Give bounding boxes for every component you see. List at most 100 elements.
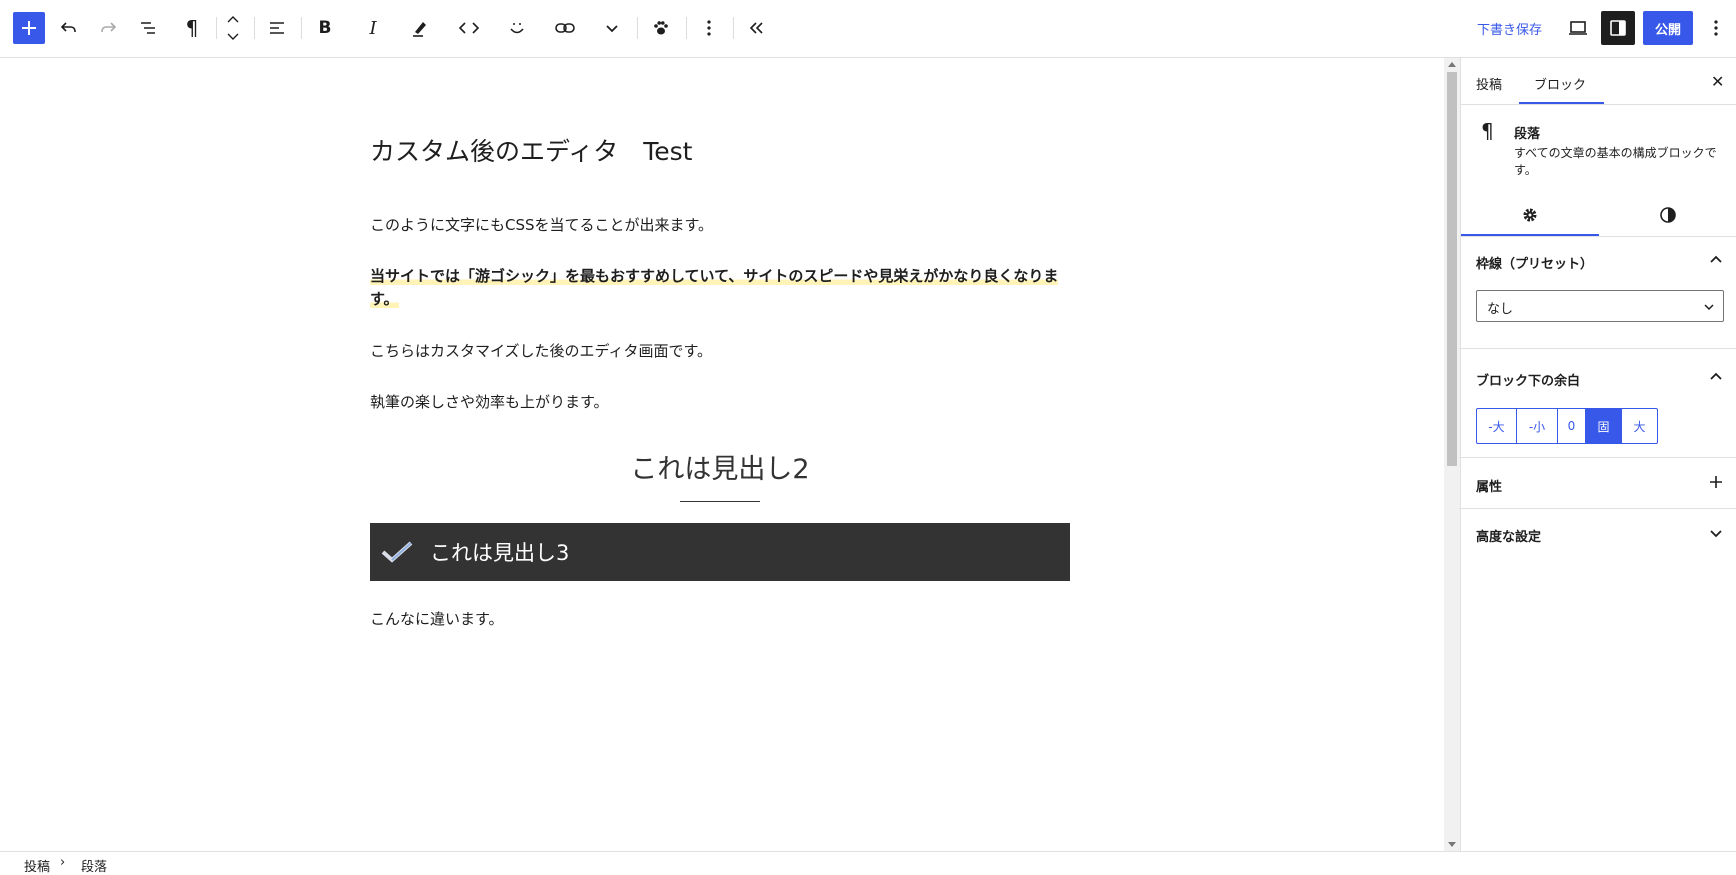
undo-icon [60,22,76,32]
highlighted-text: 当サイトでは「游ゴシック」を最もおすすめしていて、サイトのスピードや見栄えがかな… [370,267,1059,308]
breadcrumb-separator: › [60,855,66,870]
more-vertical-icon [707,20,711,36]
scroll-down-arrow-icon[interactable] [1448,842,1456,847]
preview-icon [1569,21,1587,35]
panel-border-preset: 枠線（プリセット） なし [1461,237,1736,349]
tab-styles[interactable] [1599,193,1736,237]
bold-button[interactable]: B [308,11,342,45]
post-title[interactable]: カスタム後のエディタ Test [370,132,692,168]
redo-button[interactable] [91,11,125,45]
plus-icon [22,21,36,35]
block-card: ¶ 段落 すべての文章の基本の構成ブロックです。 [1461,105,1736,184]
tab-settings[interactable] [1461,193,1599,237]
paragraph-block-highlighted[interactable]: 当サイトでは「游ゴシック」を最もおすすめしていて、サイトのスピードや見栄えがかな… [370,265,1070,311]
panel-block-margin: ブロック下の余白 -大 -小 0 固 大 [1461,349,1736,458]
editor-toolbar: ¶ B I 下書き保存 公開 [0,0,1736,58]
publish-button[interactable]: 公開 [1643,11,1693,45]
block-options-button[interactable] [692,11,726,45]
italic-button[interactable]: I [356,11,390,45]
redo-icon [101,22,117,32]
paw-icon [654,21,668,35]
border-preset-select[interactable]: なし [1476,290,1724,322]
paragraph-block[interactable]: このように文字にもCSSを当てることが出来ます。 [370,214,1070,237]
settings-icon [1610,20,1626,36]
emoji-icon [510,23,524,34]
tab-post[interactable]: 投稿 [1476,74,1502,93]
editor-scrollbar[interactable] [1444,58,1460,851]
chevron-up-icon[interactable] [1709,370,1723,384]
contrast-icon [1660,207,1676,223]
check-icon [381,541,413,563]
block-description: すべての文章の基本の構成ブロックです。 [1514,146,1717,177]
margin-option-button[interactable]: -小 [1517,409,1558,443]
more-formats-button[interactable] [595,11,629,45]
save-draft-button[interactable]: 下書き保存 [1477,19,1542,38]
preview-button[interactable] [1561,11,1595,45]
add-block-button[interactable] [13,12,45,44]
paragraph-block[interactable]: こちらはカスタマイズした後のエディタ画面です。 [370,340,1070,363]
scroll-thumb[interactable] [1447,72,1457,466]
paragraph-block[interactable]: 執筆の楽しさや効率も上がります。 [370,391,1070,414]
tab-block[interactable]: ブロック [1534,74,1586,93]
block-inspector-tabs [1461,193,1736,237]
pilcrow-icon: ¶ [185,16,199,40]
toolbar-divider [686,17,687,39]
heading3-block[interactable]: これは見出し3 [370,523,1070,581]
toolbar-divider [301,17,302,39]
panel-title[interactable]: 属性 [1476,476,1502,495]
chevron-down-icon [1704,304,1714,311]
link-button[interactable] [548,11,582,45]
toolbar-divider [733,17,734,39]
margin-option-button[interactable]: 大 [1622,409,1657,443]
active-tab-indicator [1519,102,1604,104]
plus-icon[interactable] [1709,475,1723,489]
panel-title[interactable]: ブロック下の余白 [1476,370,1580,389]
paragraph-type-button[interactable]: ¶ [175,11,209,45]
block-title: 段落 [1514,127,1541,142]
select-value: なし [1487,302,1514,317]
settings-toggle-button[interactable] [1601,11,1635,45]
margin-button-group: -大 -小 0 固 大 [1476,408,1658,444]
move-block-button[interactable] [216,11,250,45]
collapse-toolbar-button[interactable] [740,11,774,45]
breadcrumb-item-paragraph[interactable]: 段落 [81,856,107,875]
plugin-button[interactable] [644,11,678,45]
active-subtab-indicator [1461,234,1599,236]
close-icon: ✕ [1711,72,1725,91]
toolbar-divider [637,17,638,39]
scroll-up-arrow-icon[interactable] [1448,62,1456,67]
gear-icon [1523,208,1537,222]
panel-attributes: 属性 [1461,458,1736,509]
panel-title[interactable]: 高度な設定 [1476,526,1541,545]
bold-icon: B [318,18,332,38]
paragraph-block[interactable]: こんなに違います。 [370,608,1070,631]
breadcrumb-item-post[interactable]: 投稿 [24,856,50,875]
collapse-icon [749,22,763,34]
margin-option-button[interactable]: 0 [1558,409,1586,443]
panel-advanced: 高度な設定 [1461,509,1736,559]
highlight-icon [413,22,426,37]
breadcrumb: 投稿 › 段落 [0,851,1736,875]
heading2-underline [680,501,760,502]
heading3-text: これは見出し3 [430,541,570,565]
panel-title[interactable]: 枠線（プリセット） [1476,253,1593,272]
close-sidebar-button[interactable]: ✕ [1711,72,1724,91]
options-button[interactable] [1699,11,1733,45]
list-view-button[interactable] [131,11,165,45]
link-icon [555,23,575,33]
margin-option-button-selected[interactable]: 固 [1586,409,1622,443]
italic-icon: I [369,17,377,39]
chevron-up-icon[interactable] [1709,253,1723,267]
code-button[interactable] [452,11,486,45]
undo-button[interactable] [52,11,86,45]
heading2-block[interactable]: これは見出し2 [370,447,1070,486]
align-button[interactable] [260,11,294,45]
chevron-down-icon [606,25,618,33]
margin-option-button[interactable]: -大 [1477,409,1517,443]
chevron-down-icon[interactable] [1709,526,1723,540]
editor-canvas[interactable]: カスタム後のエディタ Test このように文字にもCSSを当てることが出来ます。… [0,58,1444,851]
emoji-button[interactable] [500,11,534,45]
options-icon [1714,20,1718,36]
align-left-icon [270,22,284,34]
highlight-button[interactable] [403,11,437,45]
